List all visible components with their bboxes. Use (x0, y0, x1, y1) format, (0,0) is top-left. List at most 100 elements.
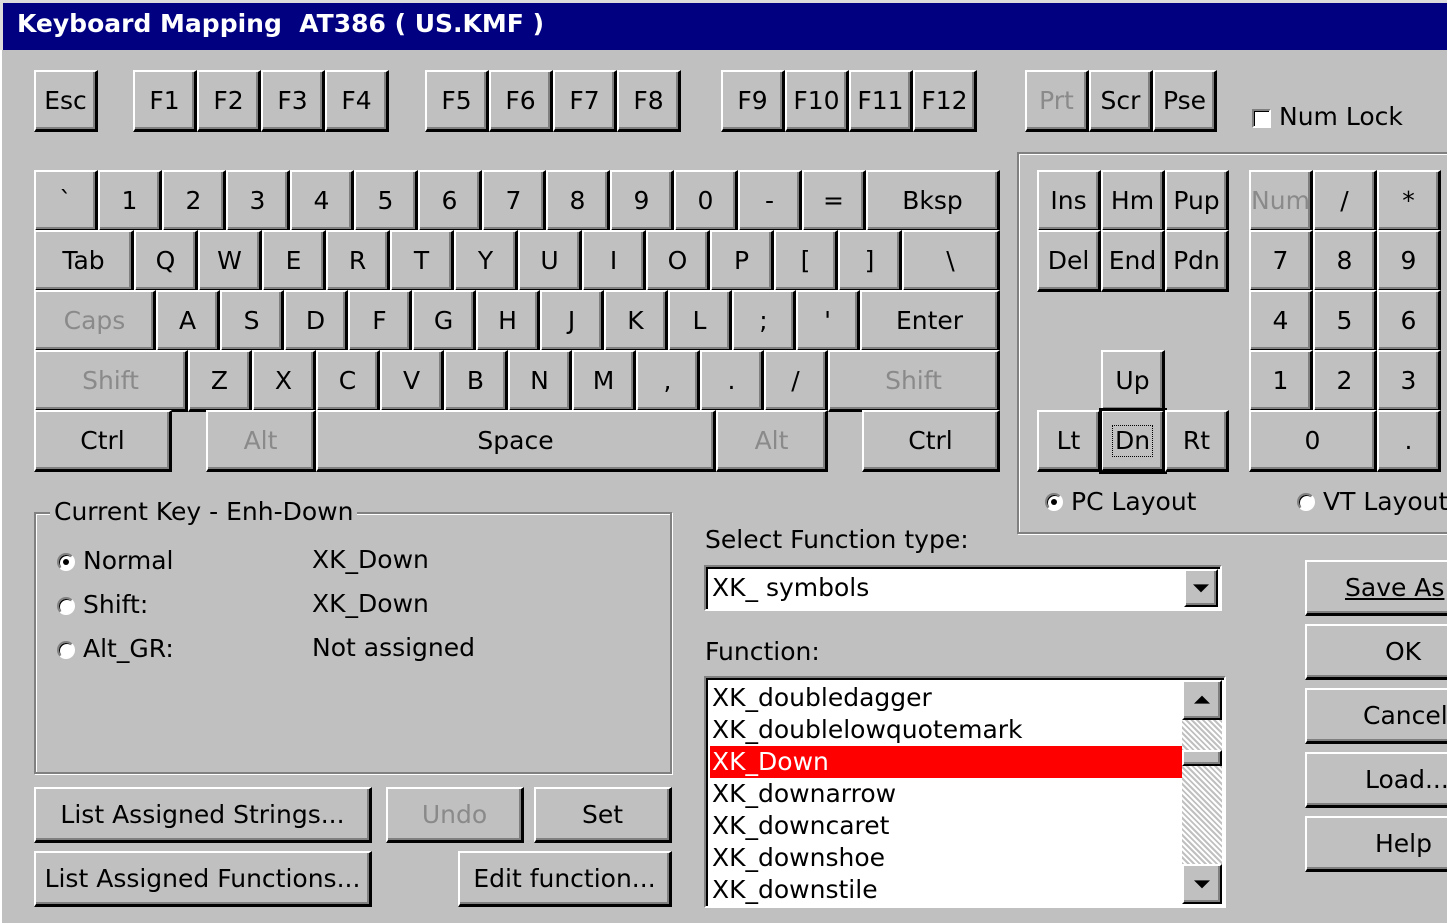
key-c[interactable]: C (316, 350, 380, 412)
key-lbracket[interactable]: [ (774, 230, 838, 292)
key-f4[interactable]: F4 (325, 70, 389, 132)
save-as-button[interactable]: Save As (1305, 560, 1447, 616)
function-list-item[interactable]: XK_downstile (710, 874, 1182, 906)
key-0[interactable]: 0 (674, 170, 738, 232)
set-button[interactable]: Set (534, 787, 672, 843)
key-f6[interactable]: F6 (489, 70, 553, 132)
undo-button[interactable]: Undo (386, 787, 524, 843)
key-numpad-4[interactable]: 4 (1249, 290, 1313, 352)
scroll-up-button[interactable] (1182, 680, 1222, 720)
cancel-button[interactable]: Cancel (1305, 688, 1447, 744)
key-left-alt[interactable]: Alt (206, 410, 316, 472)
key-numpad-dot[interactable]: . (1377, 410, 1441, 472)
key-f12[interactable]: F12 (913, 70, 977, 132)
help-button[interactable]: Help (1305, 816, 1447, 872)
key-t[interactable]: T (390, 230, 454, 292)
key-tab[interactable]: Tab (34, 230, 134, 292)
key-1[interactable]: 1 (98, 170, 162, 232)
key-backspace[interactable]: Bksp (866, 170, 1000, 232)
key-v[interactable]: V (380, 350, 444, 412)
key-4[interactable]: 4 (290, 170, 354, 232)
function-list-item-selected[interactable]: XK_Down (710, 746, 1182, 778)
key-f9[interactable]: F9 (721, 70, 785, 132)
key-3[interactable]: 3 (226, 170, 290, 232)
key-right[interactable]: Rt (1165, 410, 1229, 472)
key-scr[interactable]: Scr (1089, 70, 1153, 132)
key-h[interactable]: H (476, 290, 540, 352)
function-type-dropdown[interactable]: XK_ symbols (704, 565, 1222, 611)
key-numpad-divide[interactable]: / (1313, 170, 1377, 232)
key-right-alt[interactable]: Alt (716, 410, 828, 472)
key-left-ctrl[interactable]: Ctrl (34, 410, 172, 472)
key-s[interactable]: S (220, 290, 284, 352)
key-l[interactable]: L (668, 290, 732, 352)
key-minus[interactable]: - (738, 170, 802, 232)
key-prt[interactable]: Prt (1025, 70, 1089, 132)
key-numpad-5[interactable]: 5 (1313, 290, 1377, 352)
function-list-item[interactable]: XK_downshoe (710, 842, 1182, 874)
altgr-radio[interactable] (57, 641, 75, 659)
key-a[interactable]: A (156, 290, 220, 352)
key-m[interactable]: M (572, 350, 636, 412)
scroll-down-button[interactable] (1182, 864, 1222, 904)
key-f5[interactable]: F5 (425, 70, 489, 132)
key-f3[interactable]: F3 (261, 70, 325, 132)
key-ins[interactable]: Ins (1037, 170, 1101, 232)
key-9[interactable]: 9 (610, 170, 674, 232)
function-list-item[interactable]: XK_doubledagger (710, 682, 1182, 714)
key-f2[interactable]: F2 (197, 70, 261, 132)
key-space[interactable]: Space (316, 410, 716, 472)
list-assigned-strings-button[interactable]: List Assigned Strings... (34, 787, 372, 843)
key-numpad-6[interactable]: 6 (1377, 290, 1441, 352)
key-del[interactable]: Del (1037, 230, 1101, 292)
key-numpad-9[interactable]: 9 (1377, 230, 1441, 292)
key-d[interactable]: D (284, 290, 348, 352)
function-list-scrollbar[interactable] (1182, 680, 1222, 904)
key-left-shift[interactable]: Shift (34, 350, 188, 412)
key-numpad-3[interactable]: 3 (1377, 350, 1441, 412)
key-backslash[interactable]: \ (902, 230, 1000, 292)
function-list-item[interactable]: XK_downarrow (710, 778, 1182, 810)
key-home[interactable]: Hm (1101, 170, 1165, 232)
normal-radio[interactable] (57, 553, 75, 571)
key-y[interactable]: Y (454, 230, 518, 292)
shift-radio[interactable] (57, 597, 75, 615)
key-enter[interactable]: Enter (860, 290, 1000, 352)
key-numpad-7[interactable]: 7 (1249, 230, 1313, 292)
key-f1[interactable]: F1 (133, 70, 197, 132)
key-f7[interactable]: F7 (553, 70, 617, 132)
key-comma[interactable]: , (636, 350, 700, 412)
key-quote[interactable]: ' (796, 290, 860, 352)
key-numlock[interactable]: Num (1249, 170, 1313, 232)
key-u[interactable]: U (518, 230, 582, 292)
key-pse[interactable]: Pse (1153, 70, 1217, 132)
key-pgup[interactable]: Pup (1165, 170, 1229, 232)
key-e[interactable]: E (262, 230, 326, 292)
key-r[interactable]: R (326, 230, 390, 292)
key-left[interactable]: Lt (1037, 410, 1101, 472)
function-listbox[interactable]: XK_doubledagger XK_doublelowquotemark XK_D… (704, 676, 1226, 908)
key-n[interactable]: N (508, 350, 572, 412)
key-8[interactable]: 8 (546, 170, 610, 232)
key-6[interactable]: 6 (418, 170, 482, 232)
key-rbracket[interactable]: ] (838, 230, 902, 292)
function-list-item[interactable]: XK_doublelowquotemark (710, 714, 1182, 746)
key-f8[interactable]: F8 (617, 70, 681, 132)
key-5[interactable]: 5 (354, 170, 418, 232)
dropdown-arrow-button[interactable] (1184, 569, 1218, 607)
key-backquote[interactable]: ` (34, 170, 98, 232)
key-end[interactable]: End (1101, 230, 1165, 292)
key-o[interactable]: O (646, 230, 710, 292)
key-g[interactable]: G (412, 290, 476, 352)
key-numpad-8[interactable]: 8 (1313, 230, 1377, 292)
key-down-selected[interactable]: Dn (1099, 408, 1167, 474)
key-b[interactable]: B (444, 350, 508, 412)
key-right-ctrl[interactable]: Ctrl (862, 410, 1000, 472)
key-w[interactable]: W (198, 230, 262, 292)
key-i[interactable]: I (582, 230, 646, 292)
vt-layout-radio[interactable] (1297, 493, 1315, 511)
key-q[interactable]: Q (134, 230, 198, 292)
key-right-shift[interactable]: Shift (828, 350, 1000, 412)
key-numpad-2[interactable]: 2 (1313, 350, 1377, 412)
scroll-thumb[interactable] (1182, 750, 1222, 766)
